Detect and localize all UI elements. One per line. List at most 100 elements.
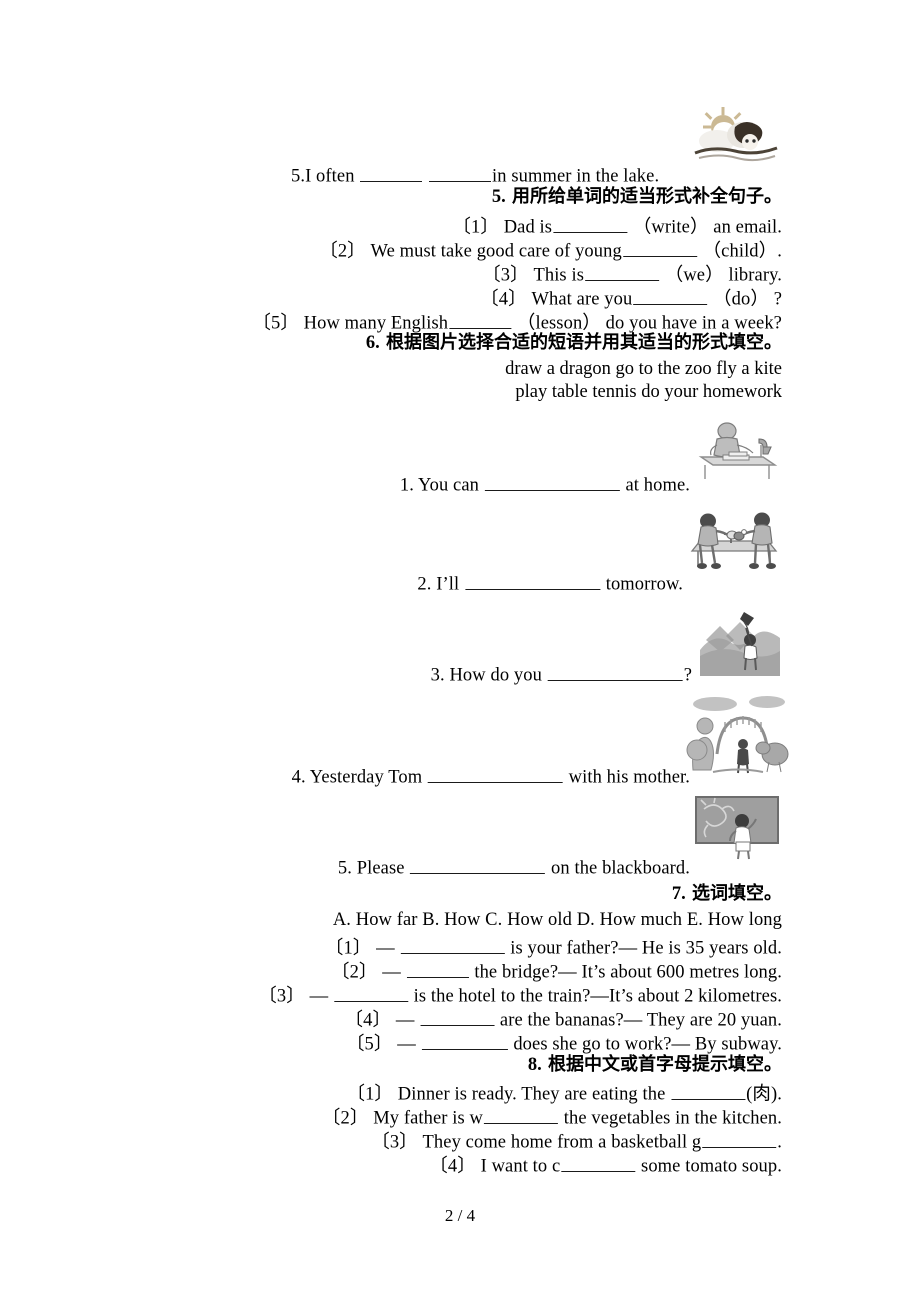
section-6-word-bank-line-1: draw a dragon go to the zoo fly a kite xyxy=(505,359,782,380)
answer-blank[interactable] xyxy=(671,1081,746,1100)
answer-blank[interactable] xyxy=(420,1007,495,1026)
item-dash: — xyxy=(382,962,401,983)
answer-blank[interactable] xyxy=(484,472,620,491)
homework-desk-illustration xyxy=(693,415,781,481)
item-text-before: This is xyxy=(533,265,584,286)
item-text-after: at home. xyxy=(625,475,690,496)
section-7-item-3: 〔3〕 — is the hotel to the train?—It’s ab… xyxy=(258,983,782,1006)
item-text-before: We must take good care of young xyxy=(370,241,622,262)
item-marker: 〔3〕 xyxy=(371,1132,418,1153)
item-text-after: do you have in a week? xyxy=(605,313,782,334)
answer-blank[interactable] xyxy=(484,1105,559,1124)
blackboard-drawing-illustration xyxy=(694,795,780,861)
item-text-after: does she go to work?— By subway. xyxy=(513,1034,782,1055)
section-6-item-4: 4. Yesterday Tom with his mother. xyxy=(292,764,690,787)
section-6-item-2: 2. I’ll tomorrow. xyxy=(417,571,683,594)
item-text-after: ? xyxy=(773,289,782,310)
answer-blank[interactable] xyxy=(702,1129,777,1148)
item-text-before: My father is w xyxy=(373,1108,484,1129)
item-marker: 〔4〕 xyxy=(344,1010,392,1031)
section-7-item-4: 〔4〕 — are the bananas?— They are 20 yuan… xyxy=(345,1007,782,1030)
section-6-title: 根据图片选择合适的短语并用其适当的形式填空。 xyxy=(386,332,782,353)
item-text-before: Please xyxy=(356,858,405,879)
section-5-item-4: 〔4〕 What are you （do） ? xyxy=(480,286,782,309)
item-marker: 2. xyxy=(417,574,432,595)
answer-blank[interactable] xyxy=(449,310,512,329)
table-tennis-illustration xyxy=(686,505,782,577)
section-6-heading: 6. 根据图片选择合适的短语并用其适当的形式填空。 xyxy=(366,334,782,353)
answer-blank[interactable] xyxy=(585,262,659,281)
section-7-options-text: A. How far B. How C. How old D. How much… xyxy=(332,910,782,930)
kite-flying-illustration xyxy=(700,610,780,676)
carryover-text-before: 5.I often xyxy=(291,166,355,187)
item-text-before: You can xyxy=(418,475,480,496)
item-text-before: I’ll xyxy=(436,574,460,595)
item-marker: 〔1〕 xyxy=(324,938,372,959)
item-marker: 〔4〕 xyxy=(429,1156,476,1177)
answer-blank[interactable] xyxy=(333,983,408,1002)
section-5-item-2: 〔2〕 We must take good care of young （chi… xyxy=(319,238,782,261)
item-text-after: some tomato soup. xyxy=(641,1156,782,1177)
item-text-after: the bridge?— It’s about 600 metres long. xyxy=(474,962,782,983)
section-5-title: 用所给单词的适当形式补全句子。 xyxy=(512,186,782,207)
item-text-after: . xyxy=(777,241,782,262)
item-dash: — xyxy=(376,938,395,959)
answer-blank[interactable] xyxy=(561,1153,636,1172)
item-hint: （child） xyxy=(702,241,778,262)
item-marker: 〔5〕 xyxy=(252,313,299,334)
section-6-word-bank-line-2: play table tennis do your homework xyxy=(515,382,782,403)
section-8-item-3: 〔3〕 They come home from a basketball g. xyxy=(371,1129,782,1152)
answer-blank[interactable] xyxy=(421,1031,508,1050)
section-7-number: 7. xyxy=(671,884,686,904)
item-text-before: How many English xyxy=(303,313,449,334)
item-text-before: How do you xyxy=(449,665,542,686)
item-text-before: Yesterday Tom xyxy=(309,767,423,788)
item-text-after: is the hotel to the train?—It’s about 2 … xyxy=(413,986,782,1007)
item-text-after: with his mother. xyxy=(568,767,690,788)
section-7-title: 选词填空。 xyxy=(692,883,782,904)
zoo-entrance-illustration xyxy=(683,692,789,776)
answer-blank[interactable] xyxy=(360,163,423,182)
answer-blank[interactable] xyxy=(427,764,563,783)
item-text-after: the vegetables in the kitchen. xyxy=(563,1108,782,1129)
item-text-after: library. xyxy=(728,265,782,286)
item-text-before: They come home from a basketball g xyxy=(422,1132,702,1153)
swimming-in-lake-illustration xyxy=(693,101,779,165)
section-5-item-5: 〔5〕 How many English （lesson） do you hav… xyxy=(252,310,782,333)
item-marker: 〔4〕 xyxy=(480,289,527,310)
item-text-after: tomorrow. xyxy=(605,574,683,595)
item-text-after: on the blackboard. xyxy=(551,858,690,879)
answer-blank[interactable] xyxy=(464,571,600,590)
answer-blank[interactable] xyxy=(429,163,492,182)
item-marker: 〔1〕 xyxy=(346,1084,394,1105)
word-bank-text: draw a dragon go to the zoo fly a kite xyxy=(505,359,782,379)
section-5-item-3: 〔3〕 This is （we） library. xyxy=(482,262,782,285)
item-marker: 〔5〕 xyxy=(345,1034,393,1055)
item-marker: 〔2〕 xyxy=(330,962,378,983)
item-text-after: . xyxy=(777,1132,782,1153)
answer-blank[interactable] xyxy=(633,286,708,305)
item-marker: 〔3〕 xyxy=(482,265,529,286)
item-dash: — xyxy=(395,1010,415,1031)
word-bank-text: play table tennis do your homework xyxy=(515,382,782,402)
section-8-number: 8. xyxy=(527,1055,542,1075)
section-7-options: A. How far B. How C. How old D. How much… xyxy=(333,911,782,930)
answer-blank[interactable] xyxy=(410,855,546,874)
answer-blank[interactable] xyxy=(400,935,505,954)
answer-blank[interactable] xyxy=(553,214,628,233)
answer-blank[interactable] xyxy=(547,662,683,681)
item-text-before: Dad is xyxy=(503,217,553,238)
worksheet-page: 5.I often in summer in the lake. 5. 用所给单… xyxy=(0,0,920,1302)
answer-blank[interactable] xyxy=(622,238,697,257)
answer-blank[interactable] xyxy=(406,959,469,978)
carryover-text-after: in summer in the lake. xyxy=(492,166,660,187)
item-hint: （write） xyxy=(632,217,709,238)
item-text-after: ? xyxy=(683,665,692,686)
item-dash: — xyxy=(397,1034,416,1055)
section-6-number: 6. xyxy=(365,333,380,353)
section-8-heading: 8. 根据中文或首字母提示填空。 xyxy=(528,1056,782,1075)
section-7-heading: 7. 选词填空。 xyxy=(672,885,782,904)
item-hint: （lesson） xyxy=(516,313,601,334)
item-text-before: Dinner is ready. They are eating the xyxy=(397,1084,666,1105)
item-marker: 5. xyxy=(337,858,352,879)
